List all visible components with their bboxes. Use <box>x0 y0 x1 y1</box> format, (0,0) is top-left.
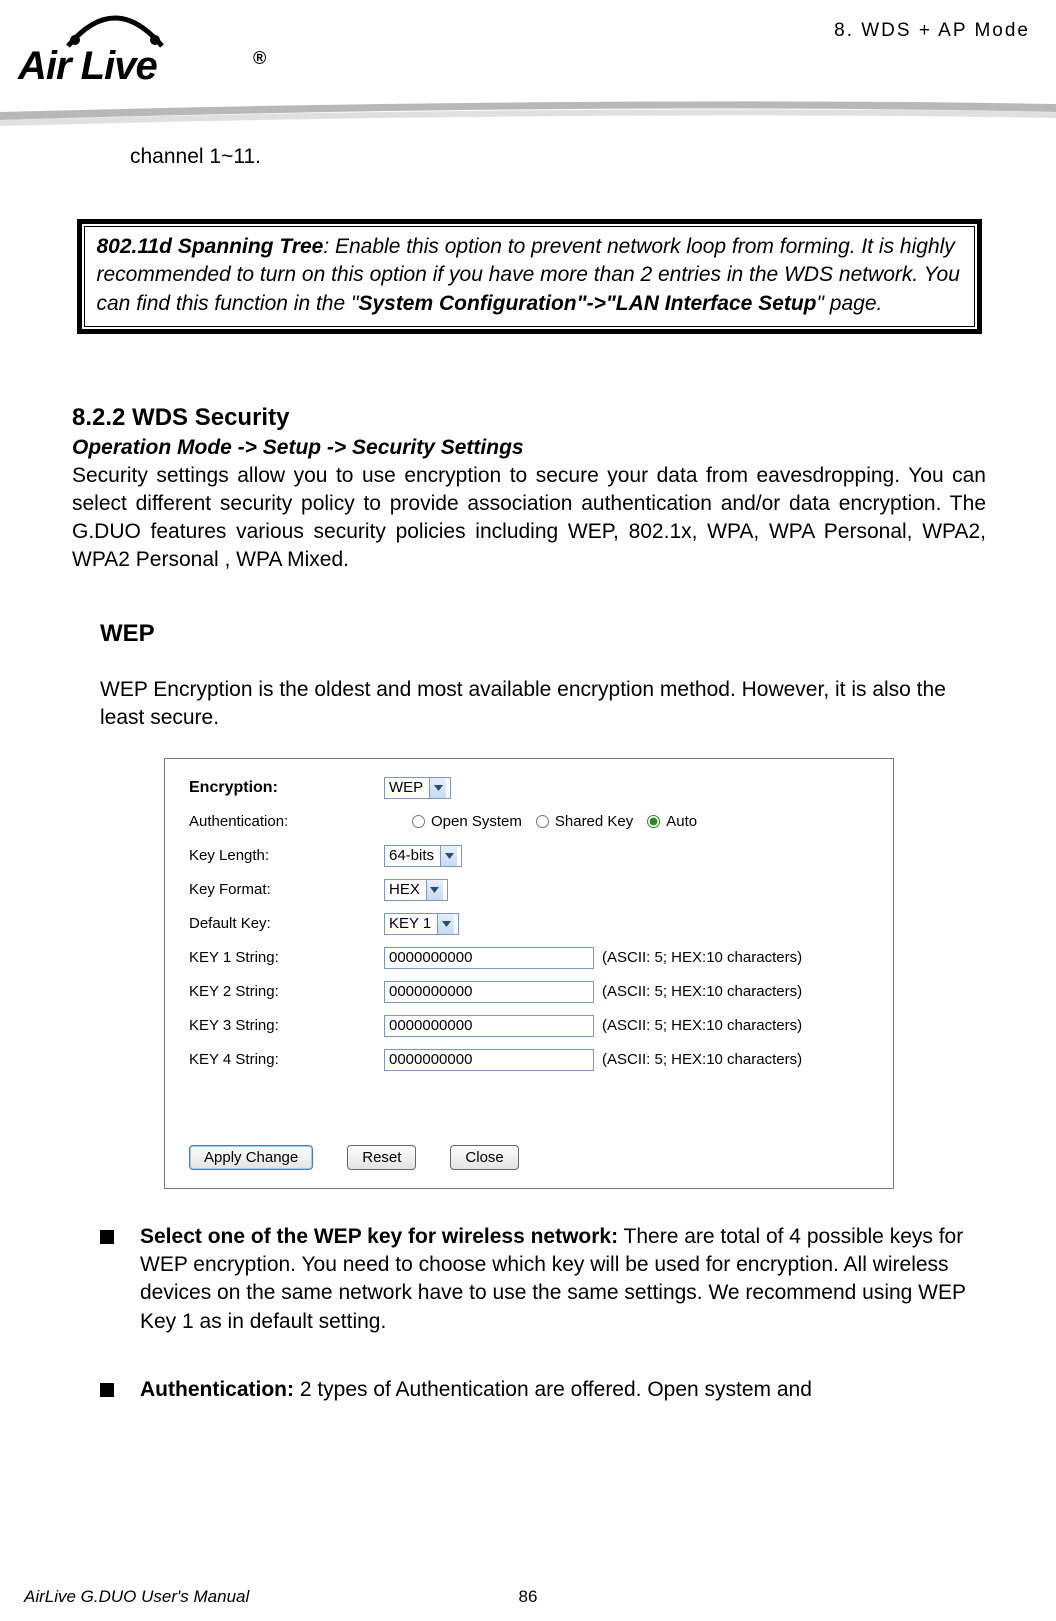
header-divider-icon <box>0 98 1056 128</box>
bullet1-title: Select one of the WEP key for wireless n… <box>140 1225 618 1248</box>
page-footer: AirLive G.DUO User's Manual 86 <box>0 1587 1056 1607</box>
authentication-radio-group: Open System Shared Key Auto <box>412 813 697 830</box>
page-number: 86 <box>519 1587 538 1607</box>
auth-open-system[interactable]: Open System <box>412 813 522 830</box>
keyformat-value: HEX <box>389 881 420 898</box>
key2-row: KEY 2 String: (ASCII: 5; HEX:10 characte… <box>165 975 893 1009</box>
auth-auto[interactable]: Auto <box>647 813 697 830</box>
page: Air Live ® 8. WDS + AP Mode channel 1~11… <box>0 0 1056 1621</box>
key3-label: KEY 3 String: <box>189 1017 384 1034</box>
defaultkey-select[interactable]: KEY 1 <box>384 913 459 935</box>
bullet-icon <box>100 1230 114 1244</box>
encryption-label: Encryption: <box>189 779 384 797</box>
logo-text: Air Live <box>18 44 157 89</box>
apply-change-button[interactable]: Apply Change <box>189 1145 313 1170</box>
chevron-down-icon <box>429 778 446 798</box>
bullet2-title: Authentication: <box>140 1378 294 1401</box>
key4-hint: (ASCII: 5; HEX:10 characters) <box>602 1051 802 1068</box>
button-row: Apply Change Reset Close <box>165 1127 893 1188</box>
section-label: 8. WDS + AP Mode <box>834 20 1030 42</box>
wep-heading: WEP <box>100 620 986 648</box>
keyformat-label: Key Format: <box>189 881 384 898</box>
bullet-select-key: Select one of the WEP key for wireless n… <box>100 1223 986 1336</box>
key1-hint: (ASCII: 5; HEX:10 characters) <box>602 949 802 966</box>
close-button[interactable]: Close <box>450 1145 518 1170</box>
wep-screenshot: Encryption: WEP Authentication: Open Sys… <box>164 758 894 1189</box>
keyformat-select[interactable]: HEX <box>384 879 448 901</box>
key4-input[interactable] <box>384 1049 594 1071</box>
key1-label: KEY 1 String: <box>189 949 384 966</box>
authentication-label: Authentication: <box>189 813 384 830</box>
bullet-authentication: Authentication: 2 types of Authenticatio… <box>100 1376 986 1404</box>
chevron-down-icon <box>437 914 454 934</box>
key4-row: KEY 4 String: (ASCII: 5; HEX:10 characte… <box>165 1043 893 1077</box>
key2-label: KEY 2 String: <box>189 983 384 1000</box>
key3-hint: (ASCII: 5; HEX:10 characters) <box>602 1017 802 1034</box>
footer-title: AirLive G.DUO User's Manual <box>24 1587 249 1607</box>
key3-row: KEY 3 String: (ASCII: 5; HEX:10 characte… <box>165 1009 893 1043</box>
note-prefix: 802.11d Spanning Tree <box>97 235 324 258</box>
note-box: 802.11d Spanning Tree: Enable this optio… <box>77 219 982 334</box>
key1-row: KEY 1 String: (ASCII: 5; HEX:10 characte… <box>165 941 893 975</box>
key2-input[interactable] <box>384 981 594 1003</box>
note-text: 802.11d Spanning Tree: Enable this optio… <box>84 226 975 327</box>
wep-body: WEP Encryption is the oldest and most av… <box>100 676 986 732</box>
breadcrumb: Operation Mode -> Setup -> Security Sett… <box>72 436 986 460</box>
bullet-icon <box>100 1383 114 1397</box>
page-header: Air Live ® 8. WDS + AP Mode <box>0 0 1056 115</box>
encryption-select[interactable]: WEP <box>384 777 451 799</box>
defaultkey-label: Default Key: <box>189 915 384 932</box>
content-area: channel 1~11. 802.11d Spanning Tree: Ena… <box>0 115 1056 1404</box>
defaultkey-value: KEY 1 <box>389 915 431 932</box>
reset-button[interactable]: Reset <box>347 1145 416 1170</box>
note-bold2: System Configuration"->"LAN Interface Se… <box>358 292 816 315</box>
keylength-value: 64-bits <box>389 847 434 864</box>
encryption-value: WEP <box>389 779 423 796</box>
key1-input[interactable] <box>384 947 594 969</box>
auth-shared-key[interactable]: Shared Key <box>536 813 633 830</box>
intro-text: channel 1~11. <box>130 145 986 169</box>
key3-input[interactable] <box>384 1015 594 1037</box>
key2-hint: (ASCII: 5; HEX:10 characters) <box>602 983 802 1000</box>
section-heading: 8.2.2 WDS Security <box>72 404 986 432</box>
section-body: Security settings allow you to use encry… <box>72 462 986 574</box>
chevron-down-icon <box>426 880 443 900</box>
key4-label: KEY 4 String: <box>189 1051 384 1068</box>
registered-icon: ® <box>253 48 266 69</box>
chevron-down-icon <box>440 846 457 866</box>
bullet2-body: 2 types of Authentication are offered. O… <box>294 1378 812 1401</box>
keylength-select[interactable]: 64-bits <box>384 845 462 867</box>
keylength-label: Key Length: <box>189 847 384 864</box>
note-tail: " page. <box>817 292 883 315</box>
